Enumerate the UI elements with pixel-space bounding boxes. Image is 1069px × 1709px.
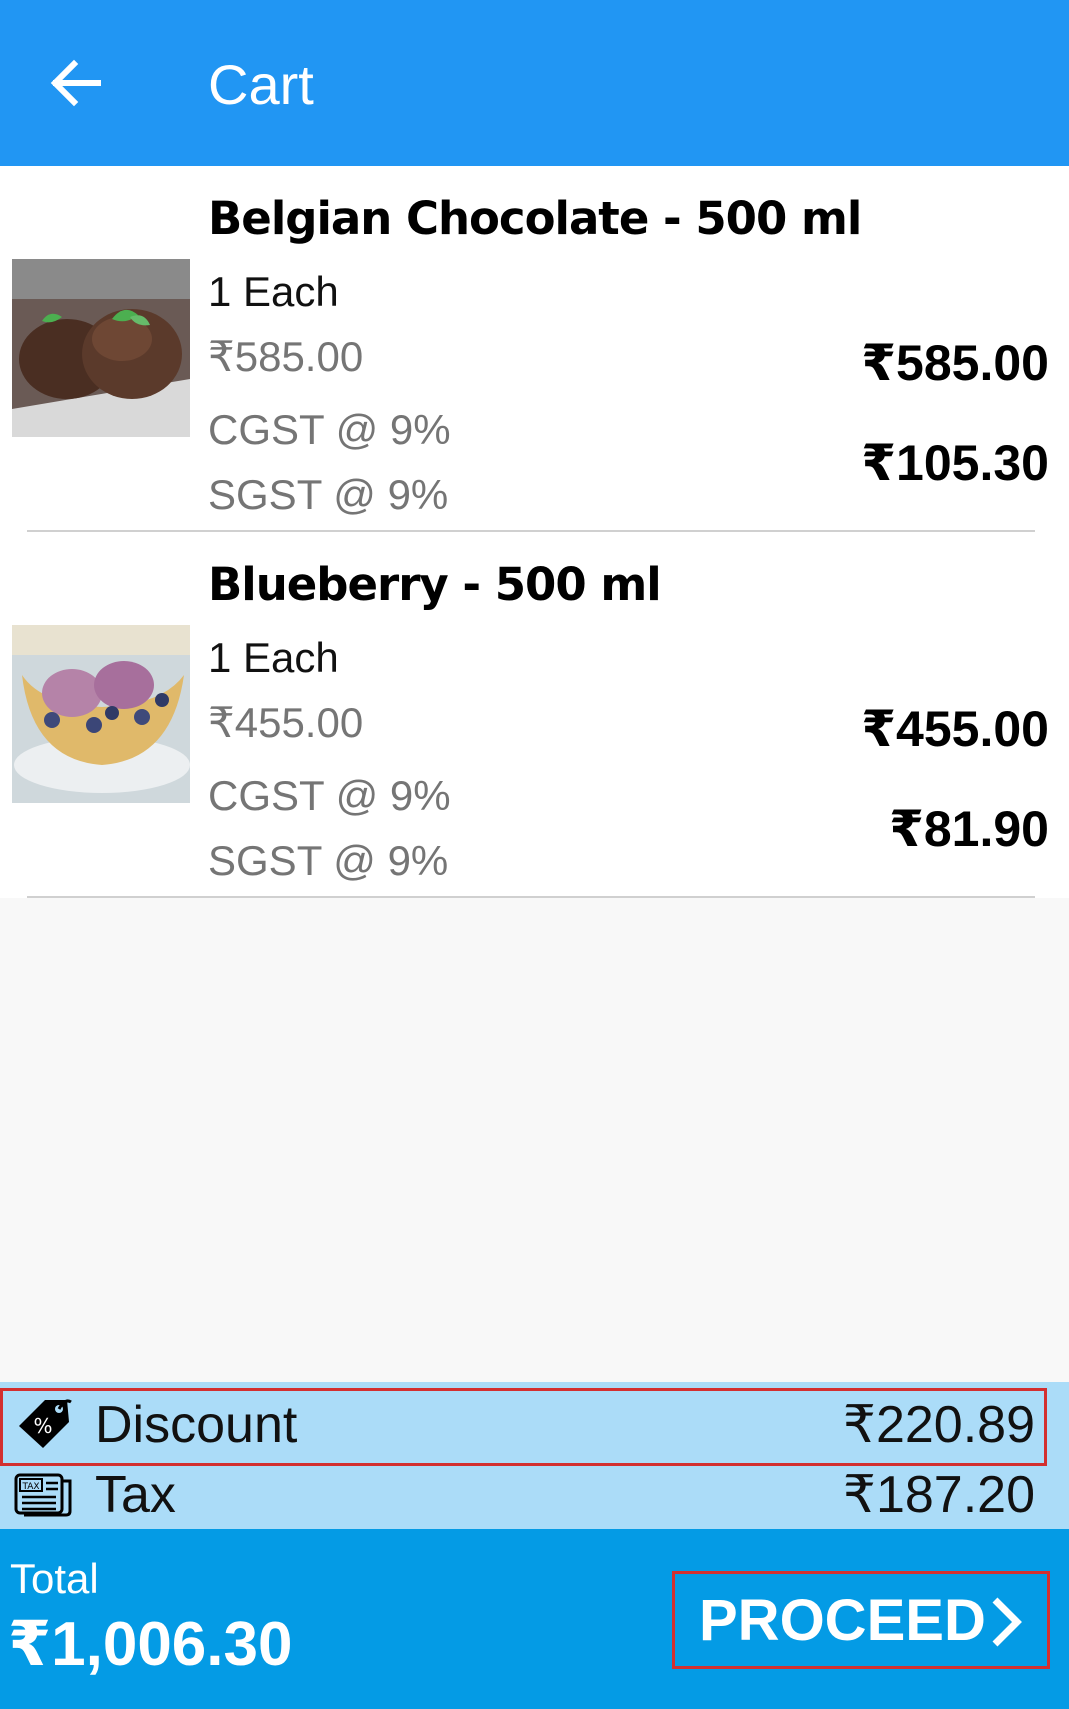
chevron-right-icon (987, 1594, 1027, 1655)
total-label: Total (10, 1555, 99, 1602)
empty-area (0, 898, 1069, 1382)
tax-row[interactable]: TAX Tax ₹187.20 (0, 1458, 1069, 1532)
cart-item[interactable]: Belgian Chocolate - 500 ml 1 Each ₹585.0… (0, 166, 1069, 532)
proceed-button[interactable]: PROCEED (672, 1571, 1050, 1669)
item-sgst-label: SGST @ 9% (208, 837, 449, 884)
tax-label: Tax (95, 1466, 176, 1524)
item-tax-amount: ₹105.30 (861, 435, 1049, 491)
svg-text:TAX: TAX (21, 1482, 39, 1492)
chocolate-ice-cream-image (12, 259, 190, 437)
blueberry-ice-cream-image (12, 625, 190, 803)
item-unit-price: ₹455.00 (208, 699, 364, 746)
cart-item-list: Belgian Chocolate - 500 ml 1 Each ₹585.0… (0, 166, 1069, 898)
item-cgst-label: CGST @ 9% (208, 772, 451, 819)
item-quantity: 1 Each (208, 268, 339, 315)
item-line-price: ₹455.00 (861, 701, 1049, 757)
item-unit-price: ₹585.00 (208, 333, 364, 380)
tax-amount: ₹187.20 (842, 1466, 1035, 1524)
item-cgst-label: CGST @ 9% (208, 406, 451, 453)
item-sgst-label: SGST @ 9% (208, 471, 449, 518)
checkout-footer: Total ₹1,006.30 PROCEED (0, 1529, 1069, 1709)
tax-receipt-icon: TAX (14, 1465, 74, 1525)
back-button[interactable] (40, 50, 110, 120)
item-name: Belgian Chocolate - 500 ml (208, 192, 862, 245)
item-name: Blueberry - 500 ml (208, 558, 662, 611)
discount-highlight-box (0, 1388, 1047, 1466)
item-quantity: 1 Each (208, 634, 339, 681)
proceed-label: PROCEED (699, 1587, 986, 1653)
item-line-price: ₹585.00 (861, 335, 1049, 391)
total-value: ₹1,006.30 (8, 1610, 293, 1679)
arrow-left-icon (48, 56, 102, 115)
app-bar: Cart (0, 0, 1069, 166)
item-tax-amount: ₹81.90 (889, 801, 1049, 857)
cart-item[interactable]: Blueberry - 500 ml 1 Each ₹455.00 CGST @… (0, 532, 1069, 898)
page-title: Cart (208, 53, 314, 116)
